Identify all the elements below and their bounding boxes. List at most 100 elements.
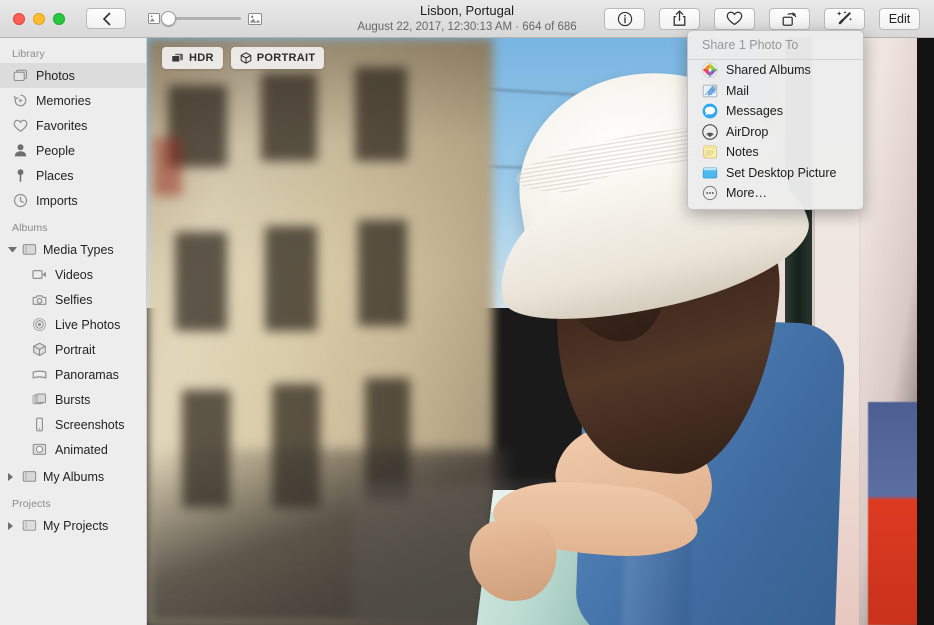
sidebar-item-places[interactable]: Places — [0, 163, 146, 188]
back-button[interactable] — [86, 8, 126, 29]
sidebar-item-label: People — [36, 144, 75, 158]
favorite-button[interactable] — [714, 8, 755, 30]
sidebar-item-screenshots[interactable]: Screenshots — [0, 412, 146, 437]
sidebar-item-people[interactable]: People — [0, 138, 146, 163]
sidebar-item-photos[interactable]: Photos — [0, 63, 146, 88]
edit-button[interactable]: Edit — [879, 8, 920, 30]
share-menu-item-notes[interactable]: Notes — [688, 142, 863, 163]
live-photo-icon — [31, 317, 47, 333]
toolbar-actions: Edit — [604, 8, 934, 30]
sidebar-item-bursts[interactable]: Bursts — [0, 387, 146, 412]
panorama-icon — [31, 367, 47, 383]
share-menu-item-messages[interactable]: Messages — [688, 101, 863, 122]
sidebar-item-favorites[interactable]: Favorites — [0, 113, 146, 138]
minimize-button[interactable] — [33, 13, 45, 25]
animated-icon — [31, 442, 47, 458]
sidebar-item-label: My Projects — [43, 519, 108, 533]
sidebar-item-label: Animated — [55, 443, 108, 457]
share-menu[interactable]: Share 1 Photo To — [687, 30, 864, 210]
share-menu-header: Share 1 Photo To — [688, 31, 863, 60]
sidebar-item-media-types[interactable]: Media Types — [0, 237, 146, 262]
photos-icon — [12, 68, 28, 84]
sidebar-item-videos[interactable]: Videos — [0, 262, 146, 287]
small-photo-icon — [148, 13, 160, 24]
share-menu-item-more[interactable]: More… — [688, 183, 863, 204]
share-menu-item-mail[interactable]: Mail — [688, 81, 863, 102]
share-icon — [672, 10, 687, 27]
portrait-badge: PORTRAIT — [231, 47, 325, 69]
mail-app-icon — [702, 83, 718, 99]
sidebar-item-portrait[interactable]: Portrait — [0, 337, 146, 362]
chevron-down-icon[interactable] — [8, 247, 17, 252]
sidebar-item-label: Favorites — [36, 119, 87, 133]
sidebar-item-label: My Albums — [43, 470, 104, 484]
share-menu-item-label: Mail — [726, 84, 749, 98]
photo-right-edge — [917, 38, 934, 625]
sidebar-item-memories[interactable]: Memories — [0, 88, 146, 113]
sidebar-item-animated[interactable]: Animated — [0, 437, 146, 462]
heart-icon — [726, 11, 743, 26]
sidebar-item-selfies[interactable]: Selfies — [0, 287, 146, 312]
rotate-button[interactable] — [769, 8, 810, 30]
sidebar-section-projects: Projects — [0, 489, 146, 513]
zoom-slider-track[interactable] — [167, 17, 241, 20]
more-icon — [702, 185, 718, 201]
cube-icon — [240, 52, 252, 64]
sidebar-item-my-projects[interactable]: My Projects — [0, 513, 146, 538]
folder-icon — [21, 469, 37, 485]
folder-icon — [21, 242, 37, 258]
info-icon — [617, 11, 633, 27]
maximize-button[interactable] — [53, 13, 65, 25]
heart-icon — [12, 118, 28, 134]
pin-icon — [12, 168, 28, 184]
info-button[interactable] — [604, 8, 645, 30]
sidebar-item-imports[interactable]: Imports — [0, 188, 146, 213]
clock-icon — [12, 193, 28, 209]
sidebar-item-label: Live Photos — [55, 318, 120, 332]
photo-badges: HDR PORTRAIT — [162, 47, 324, 69]
close-button[interactable] — [13, 13, 25, 25]
sidebar-item-label: Selfies — [55, 293, 93, 307]
airdrop-icon — [702, 124, 718, 140]
chevron-left-icon — [101, 12, 112, 26]
bursts-icon — [31, 392, 47, 408]
sidebar: Library Photos M — [0, 38, 147, 625]
sidebar-item-label: Places — [36, 169, 74, 183]
sidebar-item-label: Imports — [36, 194, 78, 208]
photos-window: Lisbon, Portugal August 22, 2017, 12:30:… — [0, 0, 934, 625]
sidebar-item-label: Media Types — [43, 243, 114, 257]
sidebar-item-label: Portrait — [55, 343, 95, 357]
share-button[interactable] — [659, 8, 700, 30]
sidebar-section-library: Library — [0, 44, 146, 63]
share-menu-item-shared-albums[interactable]: Shared Albums — [688, 60, 863, 81]
share-menu-item-label: Notes — [726, 145, 759, 159]
screenshot-icon — [31, 417, 47, 433]
chevron-right-icon[interactable] — [8, 522, 17, 530]
share-menu-item-set-desktop-picture[interactable]: Set Desktop Picture — [688, 163, 863, 184]
zoom-slider-knob[interactable] — [161, 11, 176, 26]
sidebar-item-label: Videos — [55, 268, 93, 282]
badge-label: HDR — [189, 52, 214, 64]
share-menu-item-airdrop[interactable]: AirDrop — [688, 122, 863, 143]
chevron-right-icon[interactable] — [8, 473, 17, 481]
camera-icon — [31, 292, 47, 308]
messages-app-icon — [702, 103, 718, 119]
sidebar-item-my-albums[interactable]: My Albums — [0, 464, 146, 489]
sidebar-item-live-photos[interactable]: Live Photos — [0, 312, 146, 337]
cube-icon — [31, 342, 47, 358]
hdr-badge: HDR — [162, 47, 223, 69]
rotate-icon — [781, 11, 798, 27]
share-menu-item-label: Set Desktop Picture — [726, 166, 836, 180]
enhance-button[interactable] — [824, 8, 865, 30]
large-photo-icon — [248, 13, 262, 25]
person-icon — [12, 143, 28, 159]
desktop-icon — [702, 165, 718, 181]
share-menu-item-label: Messages — [726, 104, 783, 118]
hdr-layers-icon — [171, 53, 184, 64]
sidebar-item-panoramas[interactable]: Panoramas — [0, 362, 146, 387]
photos-app-icon — [702, 62, 718, 78]
notes-app-icon — [702, 144, 718, 160]
zoom-slider-group[interactable] — [148, 13, 262, 25]
folder-icon — [21, 518, 37, 534]
sidebar-item-label: Memories — [36, 94, 91, 108]
